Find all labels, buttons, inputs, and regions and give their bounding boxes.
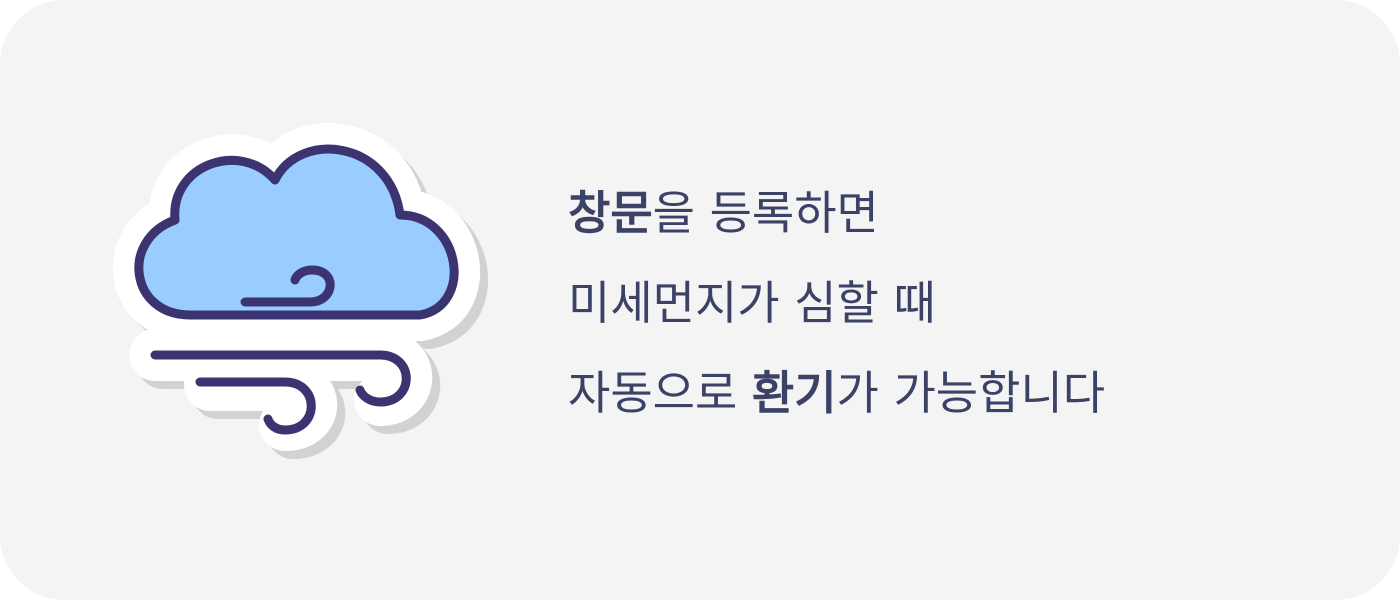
message-line-3: 자동으로 환기가 가능합니다 bbox=[568, 348, 1368, 438]
message-line-1-rest: 을 등록하면 bbox=[652, 186, 879, 240]
message-line-3-rest: 가 가능합니다 bbox=[836, 366, 1106, 420]
feature-card: 창문을 등록하면 미세먼지가 심할 때 자동으로 환기가 가능합니다 bbox=[0, 0, 1400, 600]
message-line-2: 미세먼지가 심할 때 bbox=[568, 276, 936, 330]
feature-description: 창문을 등록하면 미세먼지가 심할 때 자동으로 환기가 가능합니다 bbox=[568, 168, 1368, 438]
highlight-window: 창문 bbox=[568, 186, 653, 240]
message-line-1: 창문을 등록하면 bbox=[568, 168, 1368, 258]
cloud-wind-icon bbox=[90, 120, 490, 480]
highlight-ventilation: 환기 bbox=[751, 366, 837, 420]
message-line-3-before: 자동으로 bbox=[568, 366, 752, 420]
